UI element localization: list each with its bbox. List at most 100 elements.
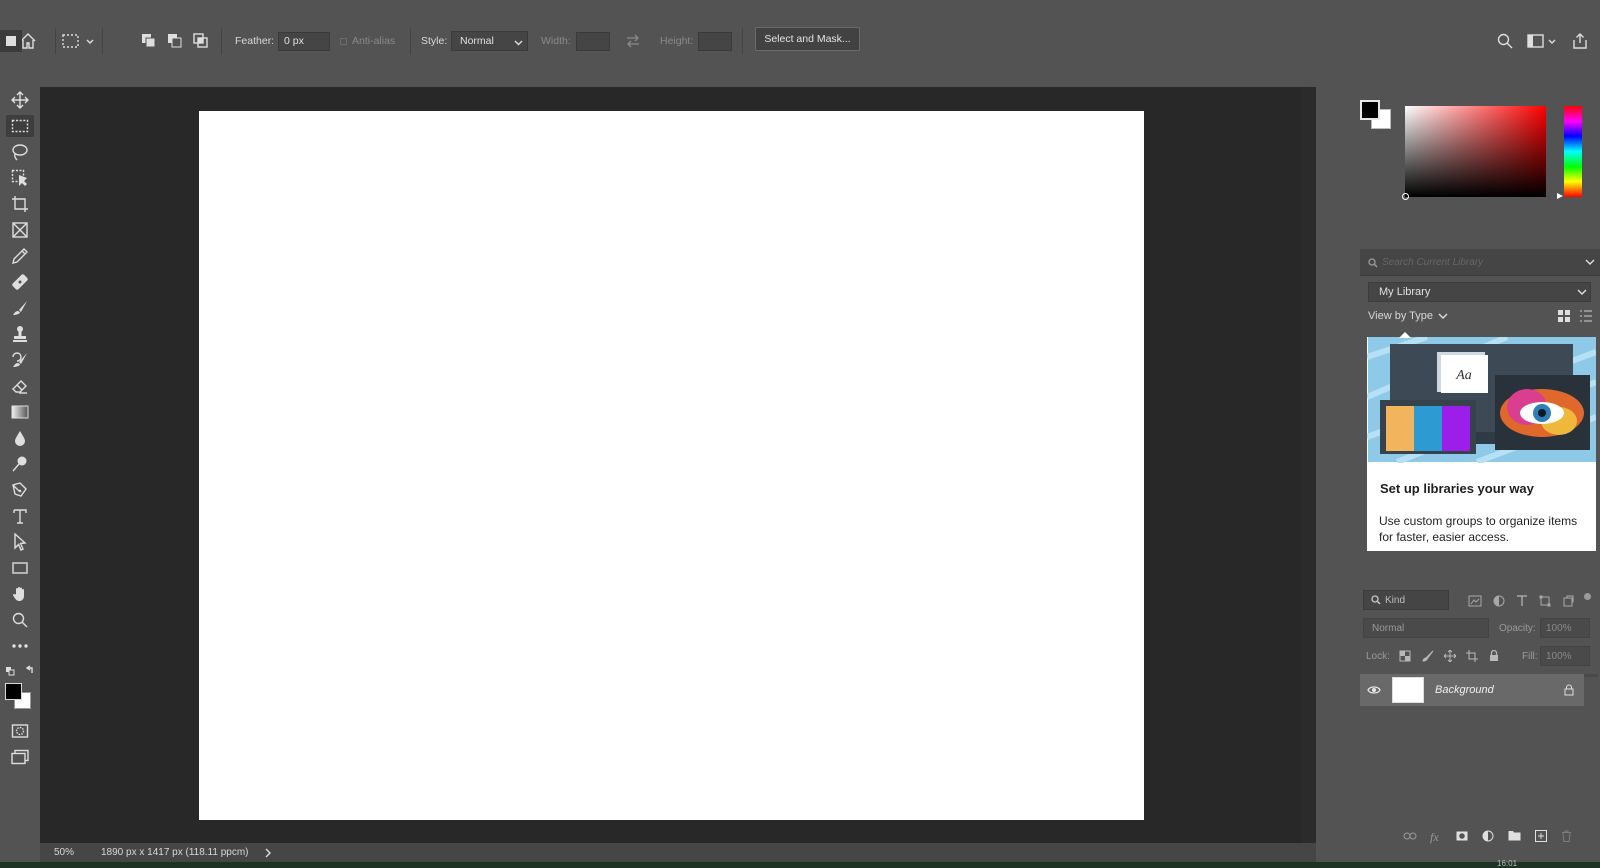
path-selection-tool[interactable] <box>6 531 34 553</box>
fx-icon[interactable]: fx <box>1430 830 1439 845</box>
more-tools[interactable] <box>6 635 34 657</box>
layer-filter-kind[interactable]: Kind <box>1363 590 1449 610</box>
link-layers-icon[interactable] <box>1403 832 1417 840</box>
opacity-input[interactable]: 100% <box>1540 618 1590 638</box>
document-canvas[interactable] <box>199 111 1144 820</box>
layer-lock-icon[interactable] <box>1564 684 1574 696</box>
hand-tool[interactable] <box>6 583 34 605</box>
clone-stamp-tool[interactable] <box>6 323 34 345</box>
add-to-selection-icon <box>142 34 156 48</box>
chevron-right-icon[interactable] <box>264 848 272 858</box>
rectangle-tool[interactable] <box>6 557 34 579</box>
new-layer-icon[interactable] <box>1535 830 1547 842</box>
lock-transparent-pixels-icon[interactable] <box>1399 650 1411 662</box>
gradient-tool[interactable] <box>6 401 34 423</box>
crop-tool[interactable] <box>6 193 34 215</box>
new-group-folder-icon[interactable] <box>1508 830 1521 841</box>
pen-tool[interactable] <box>6 479 34 501</box>
history-brush-tool[interactable] <box>6 349 34 371</box>
type-tool[interactable] <box>6 505 34 527</box>
lock-position-icon[interactable] <box>1444 650 1456 662</box>
library-select[interactable]: My Library <box>1368 282 1591 302</box>
workspace-switcher[interactable] <box>1526 31 1558 51</box>
pen-icon <box>12 482 27 497</box>
swap-dimensions-button[interactable] <box>625 31 641 51</box>
layer-name[interactable]: Background <box>1435 684 1494 696</box>
frame-tool[interactable] <box>6 219 34 241</box>
pixel-layer-filter-icon[interactable] <box>1468 595 1482 607</box>
type-layer-filter-icon[interactable] <box>1516 595 1528 607</box>
search-button[interactable] <box>1496 31 1514 51</box>
filter-toggle[interactable] <box>1584 593 1591 600</box>
blur-tool[interactable] <box>6 427 34 449</box>
layer-row[interactable]: Background <box>1360 674 1584 706</box>
list-view-icon[interactable] <box>1579 309 1593 323</box>
eyedropper-tool[interactable] <box>6 245 34 267</box>
intersect-selection-button[interactable] <box>193 31 209 51</box>
lock-image-pixels-icon[interactable] <box>1422 650 1434 662</box>
quick-mask-icon <box>11 724 29 738</box>
antialias-label: Anti-alias <box>352 35 396 47</box>
select-and-mask-button[interactable]: Select and Mask... <box>755 27 860 51</box>
height-input[interactable] <box>698 31 732 51</box>
healing-brush-tool[interactable] <box>6 271 34 293</box>
lasso-tool[interactable] <box>6 141 34 163</box>
library-search[interactable]: Search Current Library <box>1360 249 1600 276</box>
hue-slider-pointer-icon[interactable] <box>1556 192 1564 200</box>
brush-tool[interactable] <box>6 297 34 319</box>
eye-visibility-icon[interactable] <box>1367 685 1381 695</box>
eraser-tool[interactable] <box>6 375 34 397</box>
zoom-tool[interactable] <box>6 609 34 631</box>
color-swatches[interactable] <box>5 683 35 709</box>
screen-mode-button[interactable] <box>6 746 34 768</box>
marquee-tool[interactable] <box>6 115 34 137</box>
chevron-down-icon[interactable] <box>1585 259 1595 266</box>
hue-slider[interactable] <box>1564 106 1582 197</box>
zoom-level[interactable]: 50% <box>54 847 74 858</box>
new-adjustment-layer-icon[interactable] <box>1482 830 1494 842</box>
color-picker-handle[interactable] <box>1402 193 1409 200</box>
divider <box>221 28 222 54</box>
subtract-selection-button[interactable] <box>167 31 183 51</box>
panel-foreground-swatch[interactable] <box>1360 100 1380 120</box>
adjustment-layer-filter-icon[interactable] <box>1493 595 1505 607</box>
vertical-scrollbar[interactable] <box>1302 87 1316 843</box>
tool-preset-picker[interactable] <box>60 31 96 51</box>
document-info: 1890 px x 1417 px (118.11 ppcm) <box>101 847 249 858</box>
search-icon <box>1368 258 1378 268</box>
fill-value: 100% <box>1546 650 1572 662</box>
move-tool[interactable] <box>6 89 34 111</box>
delete-layer-trash-icon[interactable] <box>1561 830 1572 842</box>
lock-artboard-icon[interactable] <box>1466 650 1478 662</box>
default-colors-icon[interactable] <box>4 665 38 677</box>
color-field[interactable] <box>1402 106 1546 200</box>
view-by-label: View by Type <box>1368 310 1434 322</box>
dodge-tool[interactable] <box>6 453 34 475</box>
lock-all-icon[interactable] <box>1488 650 1500 662</box>
grid-view-icon[interactable] <box>1557 309 1571 323</box>
add-selection-button[interactable] <box>141 31 157 51</box>
view-by-type-dropdown[interactable]: View by Type <box>1368 309 1448 323</box>
smart-object-filter-icon[interactable] <box>1562 595 1574 607</box>
stamp-icon <box>13 326 27 342</box>
foreground-color-swatch[interactable] <box>5 683 22 700</box>
shape-layer-filter-icon[interactable] <box>1539 595 1551 607</box>
fill-input[interactable]: 100% <box>1540 646 1590 666</box>
width-input[interactable] <box>576 31 610 51</box>
intersect-selection-icon <box>193 33 208 48</box>
blend-mode-select[interactable]: Normal <box>1363 618 1489 638</box>
marquee-preset-icon <box>62 34 94 48</box>
eyedropper-icon <box>12 248 28 264</box>
share-button[interactable] <box>1571 31 1589 51</box>
new-selection-icon <box>6 36 16 46</box>
feather-input[interactable]: 0 px <box>278 31 330 51</box>
divider <box>102 28 103 54</box>
add-mask-icon[interactable] <box>1456 831 1468 841</box>
chevron-down-icon <box>1577 289 1587 295</box>
brush-icon <box>13 301 27 315</box>
style-select[interactable]: Normal <box>451 31 528 51</box>
antialias-checkbox[interactable]: Anti-alias <box>340 31 395 51</box>
object-selection-tool[interactable] <box>6 167 34 189</box>
quick-mask-button[interactable] <box>6 720 34 742</box>
color-swap-controls <box>4 665 38 677</box>
